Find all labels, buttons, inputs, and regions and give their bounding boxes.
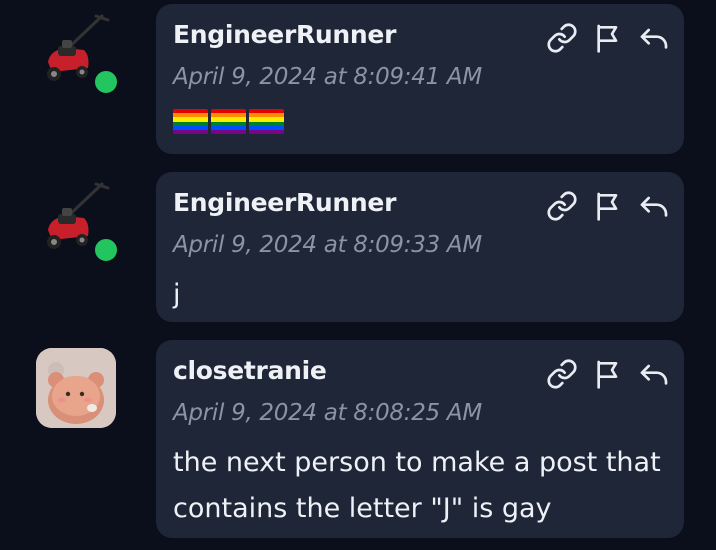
message-content bbox=[173, 104, 663, 134]
message-actions bbox=[546, 190, 670, 222]
message-bubble: closetranie April 9, 2024 at 8:08:25 AM … bbox=[156, 340, 684, 538]
online-status-indicator bbox=[92, 68, 120, 96]
flag-icon[interactable] bbox=[592, 22, 624, 54]
rainbow-flag-icon bbox=[211, 109, 246, 134]
username[interactable]: EngineerRunner bbox=[173, 188, 396, 217]
flag-icon[interactable] bbox=[592, 358, 624, 390]
timestamp[interactable]: April 9, 2024 at 8:08:25 AM bbox=[173, 400, 482, 426]
reply-icon[interactable] bbox=[638, 22, 670, 54]
rainbow-flag-icon bbox=[173, 109, 208, 134]
timestamp[interactable]: April 9, 2024 at 8:09:41 AM bbox=[173, 64, 482, 90]
link-icon[interactable] bbox=[546, 190, 578, 222]
avatar[interactable] bbox=[36, 10, 120, 96]
rainbow-flag-icon bbox=[249, 109, 284, 134]
username[interactable]: EngineerRunner bbox=[173, 20, 396, 49]
timestamp[interactable]: April 9, 2024 at 8:09:33 AM bbox=[173, 232, 482, 258]
message-actions bbox=[546, 358, 670, 390]
message-bubble: EngineerRunner April 9, 2024 at 8:09:33 … bbox=[156, 172, 684, 322]
link-icon[interactable] bbox=[546, 358, 578, 390]
reply-icon[interactable] bbox=[638, 190, 670, 222]
message-feed: EngineerRunner April 9, 2024 at 8:09:41 … bbox=[0, 0, 716, 550]
bear-sticker-icon bbox=[36, 348, 116, 428]
link-icon[interactable] bbox=[546, 22, 578, 54]
online-status-indicator bbox=[92, 236, 120, 264]
message-content: the next person to make a post that cont… bbox=[173, 447, 661, 524]
message-content: j bbox=[173, 279, 181, 310]
message-bubble: EngineerRunner April 9, 2024 at 8:09:41 … bbox=[156, 4, 684, 154]
avatar[interactable] bbox=[36, 178, 120, 264]
avatar[interactable] bbox=[36, 348, 118, 430]
username[interactable]: closetranie bbox=[173, 356, 327, 385]
reply-icon[interactable] bbox=[638, 358, 670, 390]
flag-icon[interactable] bbox=[592, 190, 624, 222]
message-actions bbox=[546, 22, 670, 54]
emoji-row bbox=[173, 104, 663, 134]
